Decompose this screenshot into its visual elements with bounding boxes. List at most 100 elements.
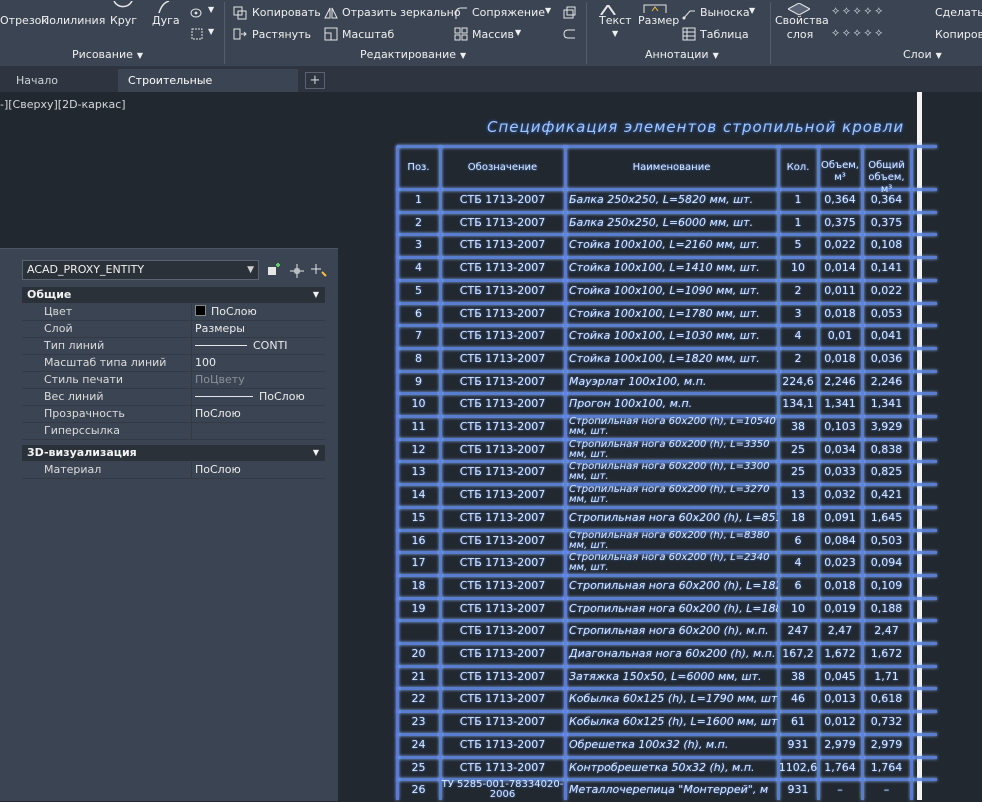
fillet-button[interactable]: Сопряжение [472,6,545,19]
table-cell-qty: 10 [791,261,805,275]
property-value[interactable]: ПоЦвету [192,372,325,388]
property-value-text: 100 [195,356,216,369]
viewport-label[interactable]: -][Сверху][2D-каркас] [0,98,126,111]
property-value[interactable]: ПоСлою [192,389,325,405]
make-current-button[interactable]: Сделать т [935,6,982,19]
table-cell-qty: 6 [794,533,802,547]
property-row[interactable]: Материал ПоСлою [22,462,325,479]
table-cell-total: 0,036 [870,351,903,365]
table-cell-name: Стропильная нога 60x200 (h), L=3300 мм, … [569,462,770,483]
scale-button[interactable]: Масштаб [342,28,394,41]
panel-separator [224,2,225,64]
fillet-dropdown-icon[interactable]: ▼ [545,6,551,15]
annotation-panel-title[interactable]: Аннотации ▼ [645,48,719,61]
layers-panel-title[interactable]: Слои ▼ [903,48,942,61]
quick-select-icon[interactable] [311,263,327,279]
hatch-dropdown-icon[interactable]: ▼ [208,5,214,14]
modify-panel-title[interactable]: Редактирование ▼ [360,48,466,61]
table-cell-qty: 6 [794,578,802,592]
table-cell-qty: 247 [787,624,809,638]
layer-properties-button[interactable]: Свойства слоя [775,14,829,42]
copy-layer-button[interactable]: Копирова [935,28,982,41]
explode-icon[interactable] [562,6,576,20]
leader-button[interactable]: Выноска [700,6,750,19]
property-value[interactable]: ПоСлою [192,406,325,422]
tab-start[interactable]: Начало [6,69,68,92]
property-value[interactable]: Размеры [192,321,325,337]
select-objects-icon[interactable] [289,263,305,279]
table-cell-name: Металлочерепица "Монтеррей", м [569,783,769,797]
table-cell-qty: 134,1 [782,397,814,411]
spec-title: Спецификация элементов стропильной кровл… [487,118,905,136]
hatch-icon[interactable] [190,6,204,20]
object-type-select[interactable]: ACAD_PROXY_ENTITY ▼ [22,260,259,280]
draw-panel-title[interactable]: Рисование ▼ [72,48,143,61]
polyline-tool-button[interactable]: Полилиния [41,14,105,27]
property-value[interactable]: ПоСлою [192,462,325,478]
table-cell-qty: 25 [791,442,805,456]
table-button[interactable]: Таблица [700,28,749,41]
property-value[interactable]: ПоСлою [192,304,325,320]
property-value-text: ПоСлою [211,305,257,318]
table-cell-qty: 3 [794,306,802,320]
tab-drawing[interactable]: Строительные конструкции*✕ [118,69,298,110]
table-header-name: Наименование [632,162,711,173]
toggle-pickadd-icon[interactable] [266,263,282,279]
mirror-button[interactable]: Отразить зеркально [342,6,461,19]
property-row[interactable]: Гиперссылка [22,423,325,440]
table-cell-name: Диагональная нога 60x200 (h), м.п. [569,647,776,660]
general-group-header[interactable]: Общие ▼ [22,287,325,303]
layer-tools-row-2-icon[interactable]: ⟡ ⟡ ⟡ ⟡ ⟡ [832,26,882,40]
property-row[interactable]: Вес линий ПоСлою [22,389,325,406]
property-value[interactable]: CONTI [192,338,325,354]
property-key: Слой [22,321,192,337]
property-row[interactable]: Цвет ПоСлою [22,304,325,321]
table-cell-qty: 13 [791,488,805,502]
table-cell-total: 0,838 [870,442,903,456]
table-cell-pos: 19 [411,601,426,615]
array-button[interactable]: Массив [472,28,514,41]
mirror-icon [324,6,338,20]
dimension-button[interactable]: Размер [638,14,679,27]
table-grid-line [397,145,937,148]
table-cell-designation: СТБ 1713-2007 [459,715,546,729]
offset-icon[interactable] [562,27,576,41]
table-cell-designation: СТБ 1713-2007 [459,488,546,502]
table-cell-vol: 2,979 [824,737,856,751]
property-value[interactable] [192,423,325,439]
layer-tools-row-1-icon[interactable]: ⟡ ⟡ ⟡ ⟡ ⟡ [832,4,882,18]
property-row[interactable]: Слой Размеры [22,321,325,338]
specification-table[interactable]: Поз. Обозначение Наименование Кол. Объем, м³… [396,145,937,800]
table-cell-pos: 14 [411,488,426,502]
property-row[interactable]: Тип линий CONTI [22,338,325,355]
table-cell-total: 0,022 [870,283,903,297]
property-row[interactable]: Прозрачность ПоСлою [22,406,325,423]
rectangle-icon[interactable] [190,27,204,41]
table-cell-total: 0,618 [870,692,903,706]
text-dropdown-icon[interactable]: ▼ [612,29,618,38]
stretch-button[interactable]: Растянуть [252,28,311,41]
arc-tool-button[interactable]: Дуга [152,14,180,27]
property-value[interactable]: 100 [192,355,325,371]
table-cell-total: 0,041 [870,329,903,343]
color-swatch [195,305,206,316]
viz-group-header[interactable]: 3D-визуализация ▼ [22,445,325,461]
property-key: Прозрачность [22,406,192,422]
table-cell-designation: СТБ 1713-2007 [459,442,546,456]
table-cell-pos: 23 [411,715,426,729]
table-cell-vol: 0,018 [824,578,856,592]
new-tab-button[interactable]: + [305,72,325,89]
property-row[interactable]: Масштаб типа линий 100 [22,355,325,372]
table-cell-qty: 4 [794,329,802,343]
copy-button[interactable]: Копировать [252,6,321,19]
text-button[interactable]: Текст [599,14,632,27]
array-dropdown-icon[interactable]: ▼ [515,28,521,37]
circle-tool-button[interactable]: Круг [110,14,137,27]
table-header-total: Общий объем, м³ [868,160,905,195]
table-cell-pos: 3 [415,238,422,252]
property-row[interactable]: Стиль печати ПоЦвету [22,372,325,389]
leader-dropdown-icon[interactable]: ▼ [749,6,755,15]
table-cell-vol: 1,672 [824,647,856,660]
rectangle-dropdown-icon[interactable]: ▼ [208,27,214,36]
table-cell-name: Стропильная нога 60x200 (h), L=2340 мм, … [569,553,770,574]
